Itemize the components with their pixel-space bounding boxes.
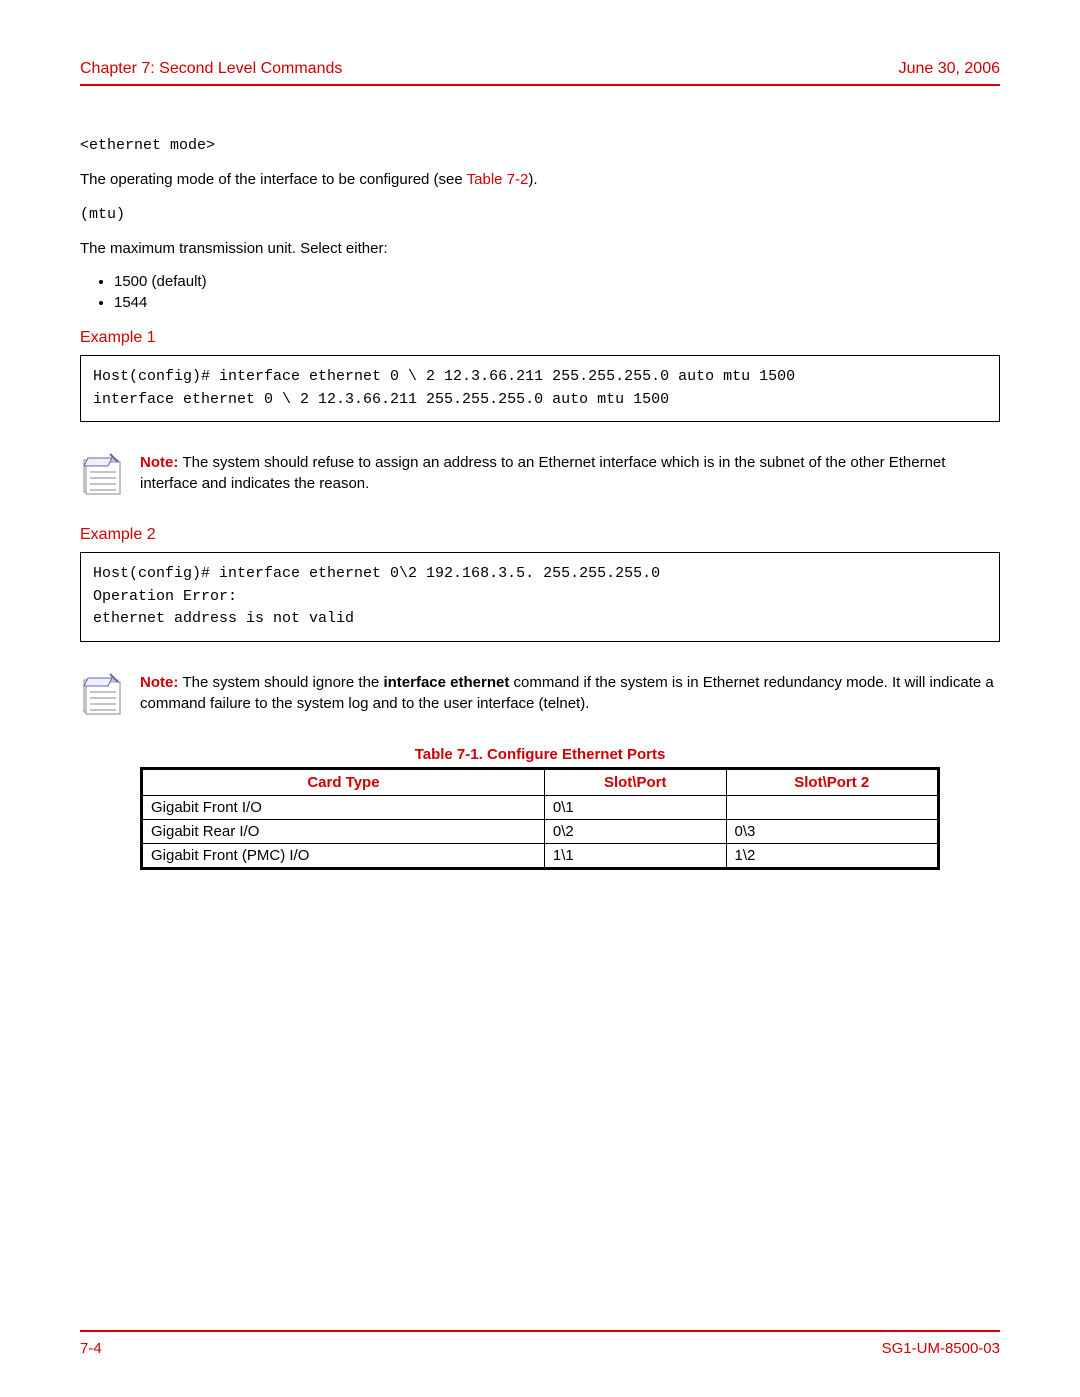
configure-ethernet-ports-table: Card Type Slot\Port Slot\Port 2 Gigabit … [140, 767, 940, 870]
notepad-icon [80, 452, 124, 496]
example-2-code: Host(config)# interface ethernet 0\2 192… [80, 552, 1000, 642]
cell: 1\1 [544, 843, 726, 868]
cell: 0\2 [544, 819, 726, 843]
document-id: SG1-UM-8500-03 [882, 1340, 1000, 1357]
table-header-row: Card Type Slot\Port Slot\Port 2 [142, 768, 939, 795]
cell [726, 795, 939, 819]
param-mtu-label: (mtu) [80, 205, 1000, 225]
text: The operating mode of the interface to b… [80, 171, 467, 188]
cell: Gigabit Front I/O [142, 795, 545, 819]
cell: Gigabit Front (PMC) I/O [142, 843, 545, 868]
example-1-title: Example 1 [80, 329, 1000, 347]
text: The system should refuse to assign an ad… [140, 454, 945, 492]
param-ethernet-mode-label: <ethernet mode> [80, 136, 1000, 156]
chapter-title: Chapter 7: Second Level Commands [80, 60, 342, 78]
cell: 1\2 [726, 843, 939, 868]
table-7-2-link[interactable]: Table 7-2 [467, 171, 529, 188]
example-2-title: Example 2 [80, 526, 1000, 544]
page: Chapter 7: Second Level Commands June 30… [0, 0, 1080, 1397]
col-card-type: Card Type [142, 768, 545, 795]
interface-ethernet-cmd: interface ethernet [383, 674, 509, 691]
example-1-code: Host(config)# interface ethernet 0 \ 2 1… [80, 355, 1000, 422]
list-item: 1500 (default) [114, 273, 1000, 290]
col-slot-port: Slot\Port [544, 768, 726, 795]
note-1-text: Note: The system should refuse to assign… [140, 452, 1000, 494]
note-label: Note: [140, 674, 183, 691]
mtu-options-list: 1500 (default) 1544 [114, 273, 1000, 311]
param-ethernet-mode-desc: The operating mode of the interface to b… [80, 170, 1000, 190]
note-2: Note: The system should ignore the inter… [80, 672, 1000, 716]
header-date: June 30, 2006 [899, 60, 1000, 78]
note-label: Note: [140, 454, 183, 471]
page-header: Chapter 7: Second Level Commands June 30… [80, 60, 1000, 86]
table-row: Gigabit Front (PMC) I/O 1\1 1\2 [142, 843, 939, 868]
cell: 0\1 [544, 795, 726, 819]
table-7-1-title: Table 7-1. Configure Ethernet Ports [80, 746, 1000, 763]
col-slot-port-2: Slot\Port 2 [726, 768, 939, 795]
list-item: 1544 [114, 294, 1000, 311]
param-mtu-desc: The maximum transmission unit. Select ei… [80, 239, 1000, 259]
page-number: 7-4 [80, 1340, 102, 1357]
table-row: Gigabit Rear I/O 0\2 0\3 [142, 819, 939, 843]
table-row: Gigabit Front I/O 0\1 [142, 795, 939, 819]
text: ). [528, 171, 537, 188]
table-7-1-wrap: Card Type Slot\Port Slot\Port 2 Gigabit … [140, 767, 940, 870]
cell: Gigabit Rear I/O [142, 819, 545, 843]
text: The system should ignore the [183, 674, 384, 691]
note-1: Note: The system should refuse to assign… [80, 452, 1000, 496]
page-footer: 7-4 SG1-UM-8500-03 [80, 1330, 1000, 1357]
note-2-text: Note: The system should ignore the inter… [140, 672, 1000, 714]
notepad-icon [80, 672, 124, 716]
cell: 0\3 [726, 819, 939, 843]
